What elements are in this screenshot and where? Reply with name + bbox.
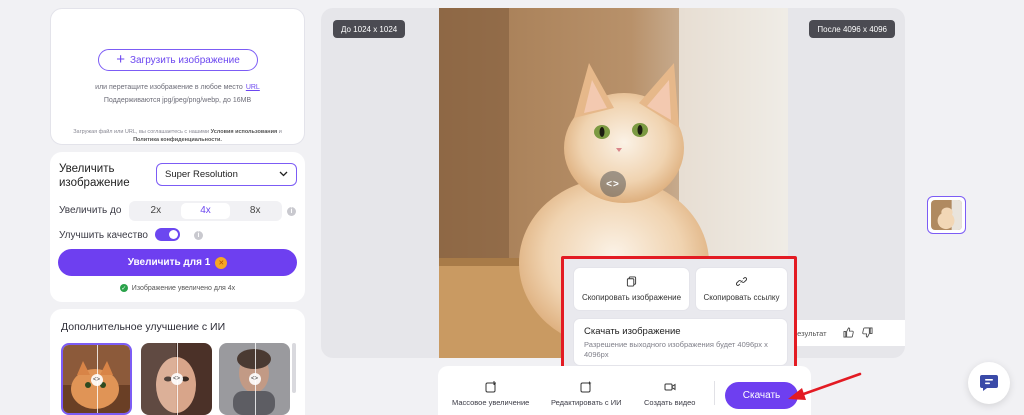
batch-upscale-button[interactable]: Массовое увеличение	[452, 381, 529, 407]
quality-label: Улучшить качество	[59, 230, 148, 241]
download-image-option[interactable]: Скачать изображение Разрешение выходного…	[573, 318, 788, 366]
chat-icon	[980, 375, 998, 391]
upscale-settings: Увеличить изображение Super Resolution У…	[50, 152, 305, 302]
compare-handle-icon: <>	[248, 373, 261, 386]
compare-handle-icon: <>	[170, 373, 183, 386]
terms-link[interactable]: Условия использования	[211, 129, 278, 135]
video-icon	[664, 383, 676, 391]
compare-slider-handle[interactable]: <>	[600, 171, 626, 197]
upscale-button[interactable]: Увеличить для 1 ✕	[58, 249, 297, 276]
ai-edit-icon	[580, 381, 592, 393]
url-link[interactable]: URL	[246, 84, 260, 91]
privacy-link[interactable]: Политика конфиденциальности.	[133, 137, 222, 143]
plus-icon: +	[116, 51, 125, 68]
link-icon	[736, 277, 747, 286]
scale-selector[interactable]: 2x 4x 8x	[129, 201, 282, 221]
feedback-bar: результат	[789, 320, 905, 346]
scale-option-4x[interactable]: 4x	[180, 203, 231, 219]
feedback-label: результат	[793, 328, 827, 338]
download-menu: Скопировать изображение Скопировать ссыл…	[561, 256, 797, 371]
settings-title: Увеличить изображение	[59, 163, 130, 190]
ai-panel-scrollbar[interactable]	[292, 343, 296, 393]
ai-title: Дополнительное улучшение с ИИ	[61, 321, 226, 333]
download-image-desc: Разрешение выходного изображения будет 4…	[584, 340, 768, 359]
scale-label: Увеличить до	[59, 205, 122, 216]
compare-handle-icon: <>	[90, 373, 103, 386]
terms-notice: Загружая файл или URL, вы соглашаетесь с…	[73, 129, 282, 144]
create-video-button[interactable]: Создать видео	[644, 381, 695, 407]
status-message: ✓ Изображение увеличено для 4x	[119, 284, 236, 292]
result-thumbnail[interactable]	[927, 196, 966, 234]
formats-hint: Поддерживаются jpg/jpeg/png/webp, до 16M…	[103, 97, 252, 104]
scale-option-2x[interactable]: 2x	[131, 203, 181, 219]
upload-image-button[interactable]: + Загрузить изображение	[98, 49, 258, 71]
drag-hint: или перетащите изображение в любое место…	[95, 84, 260, 91]
thumbs-up-icon[interactable]	[843, 327, 854, 340]
after-size-tag: После 4096 x 4096	[809, 20, 895, 38]
quality-toggle[interactable]	[155, 228, 180, 241]
chat-support-button[interactable]	[968, 362, 1010, 404]
batch-image-icon	[485, 381, 496, 393]
ai-enhancement-panel: Дополнительное улучшение с ИИ <> <> <>	[50, 309, 305, 415]
upload-panel[interactable]: + Загрузить изображение или перетащите и…	[50, 8, 305, 145]
model-select[interactable]: Super Resolution	[156, 163, 297, 186]
info-icon[interactable]: i	[194, 231, 203, 240]
edit-with-ai-button[interactable]: Редактировать с ИИ	[551, 381, 622, 407]
enhance-thumbnail-portrait[interactable]: <>	[219, 343, 290, 415]
upload-button-label: Загрузить изображение	[129, 54, 240, 66]
enhance-thumbnail-face[interactable]: <>	[141, 343, 212, 415]
before-size-tag: До 1024 x 1024	[333, 20, 406, 38]
download-image-title: Скачать изображение	[584, 326, 681, 337]
highlight-arrow	[788, 372, 862, 400]
scale-option-8x[interactable]: 8x	[230, 203, 280, 219]
check-circle-icon: ✓	[119, 284, 128, 292]
copy-icon	[626, 276, 637, 287]
copy-image-button[interactable]: Скопировать изображение	[573, 267, 690, 311]
thumbs-down-icon[interactable]	[861, 327, 873, 340]
enhance-thumbnail-cat[interactable]: <>	[61, 343, 132, 415]
credit-coin-icon: ✕	[215, 256, 228, 269]
chevron-down-icon	[279, 170, 288, 179]
info-icon[interactable]: i	[287, 207, 296, 216]
copy-link-button[interactable]: Скопировать ссылку	[695, 267, 788, 311]
